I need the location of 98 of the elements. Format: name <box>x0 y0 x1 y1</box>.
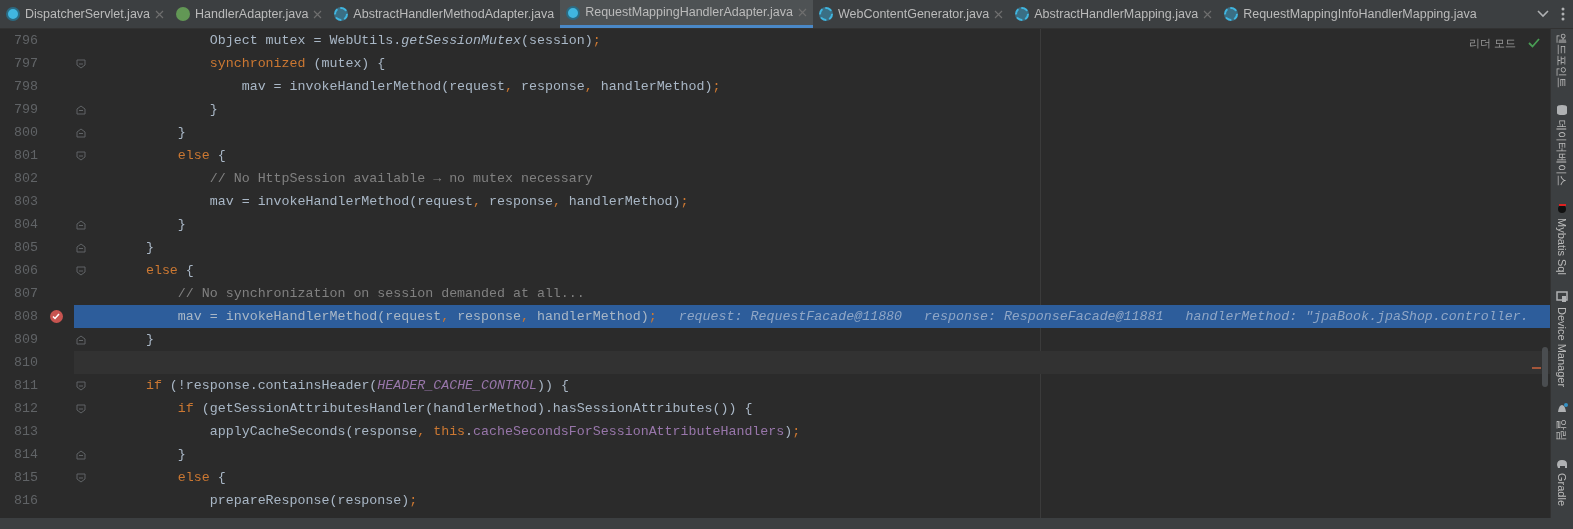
close-icon[interactable] <box>797 8 807 17</box>
code-line: } <box>208 100 218 119</box>
code-line: mav = invokeHandlerMethod(request, response, handlerMethod); <box>176 307 657 326</box>
reader-mode-label[interactable]: 리더 모드 <box>1468 35 1516 52</box>
tab-label: HandlerAdapter.java <box>195 5 309 23</box>
fold-end-icon[interactable] <box>76 449 86 460</box>
abstract-class-icon <box>1015 7 1030 21</box>
line-number: 803 <box>13 192 38 211</box>
tool-window-label[interactable]: 데이터베이스 <box>1553 120 1571 186</box>
editor-tab[interactable]: RequestMappingHandlerAdapter.java <box>560 0 813 28</box>
line-number: 808 <box>13 307 38 326</box>
line-number: 804 <box>13 215 38 234</box>
more-icon[interactable] <box>1561 7 1565 21</box>
inline-debug-value: response: ResponseFacade@11881 <box>924 307 1164 326</box>
abstract-class-icon <box>818 7 833 21</box>
tool-window-label[interactable]: Gradle <box>1553 472 1571 506</box>
tool-window-label[interactable]: 알림 <box>1553 418 1571 441</box>
close-icon[interactable] <box>994 9 1004 19</box>
chevron-down-icon[interactable] <box>1537 10 1549 18</box>
inline-debug-value: request: RequestFacade@11880 <box>678 307 903 326</box>
line-number: 816 <box>13 491 38 510</box>
close-icon[interactable] <box>1203 9 1213 19</box>
fold-icon[interactable] <box>76 403 86 414</box>
editor-tab[interactable]: RequestMappingInfoHandlerMapping.java <box>1218 0 1483 28</box>
code-line: } <box>176 215 186 234</box>
editor-tab[interactable]: DispatcherServlet.java <box>0 0 171 28</box>
line-number: 809 <box>13 330 38 349</box>
line-number: 801 <box>13 146 38 165</box>
editor-tab[interactable]: AbstractHandlerMethodAdapter.java <box>328 0 561 28</box>
code-line: else { <box>144 261 194 280</box>
error-stripe-mark <box>1532 367 1541 369</box>
code-line: // No HttpSession available → no mutex necessary <box>208 169 593 188</box>
line-number: 810 <box>13 353 38 372</box>
editor-tab[interactable]: HandlerAdapter.java <box>170 0 329 28</box>
line-number: 813 <box>13 422 38 441</box>
line-number: 800 <box>13 123 38 142</box>
line-number: 806 <box>13 261 38 280</box>
fold-end-icon[interactable] <box>76 104 86 115</box>
inline-debug-value: handlerMethod: "jpaBook.jpaShop.controller. <box>1185 307 1529 326</box>
code-line: if (getSessionAttributesHandler(handlerMethod).hasSessionAttributes()) { <box>176 399 753 418</box>
code-line: } <box>144 330 154 349</box>
class-icon <box>566 5 581 20</box>
code-line: else { <box>176 146 226 165</box>
tool-window-label[interactable]: Device Manager <box>1553 306 1571 387</box>
code-line: prepareResponse(response); <box>208 491 418 510</box>
code-line: mav = invokeHandlerMethod(request, response, handlerMethod); <box>208 192 689 211</box>
line-number: 796 <box>13 31 38 50</box>
fold-end-icon[interactable] <box>76 334 86 345</box>
abstract-class-icon <box>334 7 349 21</box>
scrollbar-thumb[interactable] <box>1542 347 1548 387</box>
class-icon <box>6 7 20 21</box>
tab-label: WebContentGenerator.java <box>837 5 990 23</box>
editor-tab[interactable]: WebContentGenerator.java <box>812 0 1010 28</box>
tab-label: AbstractHandlerMapping.java <box>1034 5 1199 23</box>
code-line: } <box>144 238 154 257</box>
line-number: 807 <box>13 284 38 303</box>
device-icon <box>1556 290 1568 303</box>
check-icon <box>1528 38 1540 49</box>
interface-icon <box>176 7 191 21</box>
code-line: // No synchronization on session demanded at all... <box>176 284 585 303</box>
close-icon[interactable] <box>155 9 165 19</box>
tool-window-label[interactable]: Mybatis Sql <box>1553 218 1571 275</box>
line-number: 797 <box>13 54 38 73</box>
code-line: synchronized (mutex) { <box>208 54 386 73</box>
fold-icon[interactable] <box>76 265 86 276</box>
code-line: else { <box>176 468 226 487</box>
code-line: } <box>176 445 186 464</box>
line-number: 802 <box>13 169 38 188</box>
fold-icon[interactable] <box>76 380 86 391</box>
fold-end-icon[interactable] <box>76 219 86 230</box>
code-line: if (!response.containsHeader(HEADER_CACHE_CONTROL)) { <box>144 376 569 395</box>
tab-label: AbstractHandlerMethodAdapter.java <box>353 5 555 23</box>
line-number: 815 <box>13 468 38 487</box>
line-number: 799 <box>13 100 38 119</box>
code-line: } <box>176 123 186 142</box>
fold-icon[interactable] <box>76 472 86 483</box>
fold-icon[interactable] <box>76 58 86 69</box>
line-number: 812 <box>13 399 38 418</box>
breakpoint-icon[interactable] <box>49 310 63 323</box>
tool-window-label[interactable]: 엔드포인트 <box>1553 33 1571 88</box>
code-line: applyCacheSeconds(response, this.cacheSecondsForSessionAttributeHandlers); <box>208 422 801 441</box>
abstract-class-icon <box>1224 7 1239 21</box>
database-icon <box>1556 104 1568 116</box>
bell-icon <box>1556 402 1568 415</box>
code-line: mav = invokeHandlerMethod(request, response, handlerMethod); <box>240 77 721 96</box>
code-line: Object mutex = WebUtils.getSessionMutex(session); <box>208 31 601 50</box>
close-icon[interactable] <box>313 9 323 19</box>
editor-tab[interactable]: AbstractHandlerMapping.java <box>1009 0 1219 28</box>
fold-end-icon[interactable] <box>76 127 86 138</box>
line-number: 811 <box>13 376 38 395</box>
tab-label: DispatcherServlet.java <box>25 5 151 23</box>
tab-label: RequestMappingInfoHandlerMapping.java <box>1243 5 1477 23</box>
fold-icon[interactable] <box>76 150 86 161</box>
line-number: 814 <box>13 445 38 464</box>
fold-end-icon[interactable] <box>76 242 86 253</box>
line-number: 805 <box>13 238 38 257</box>
line-number: 798 <box>13 77 38 96</box>
tab-label: RequestMappingHandlerAdapter.java <box>585 4 793 22</box>
